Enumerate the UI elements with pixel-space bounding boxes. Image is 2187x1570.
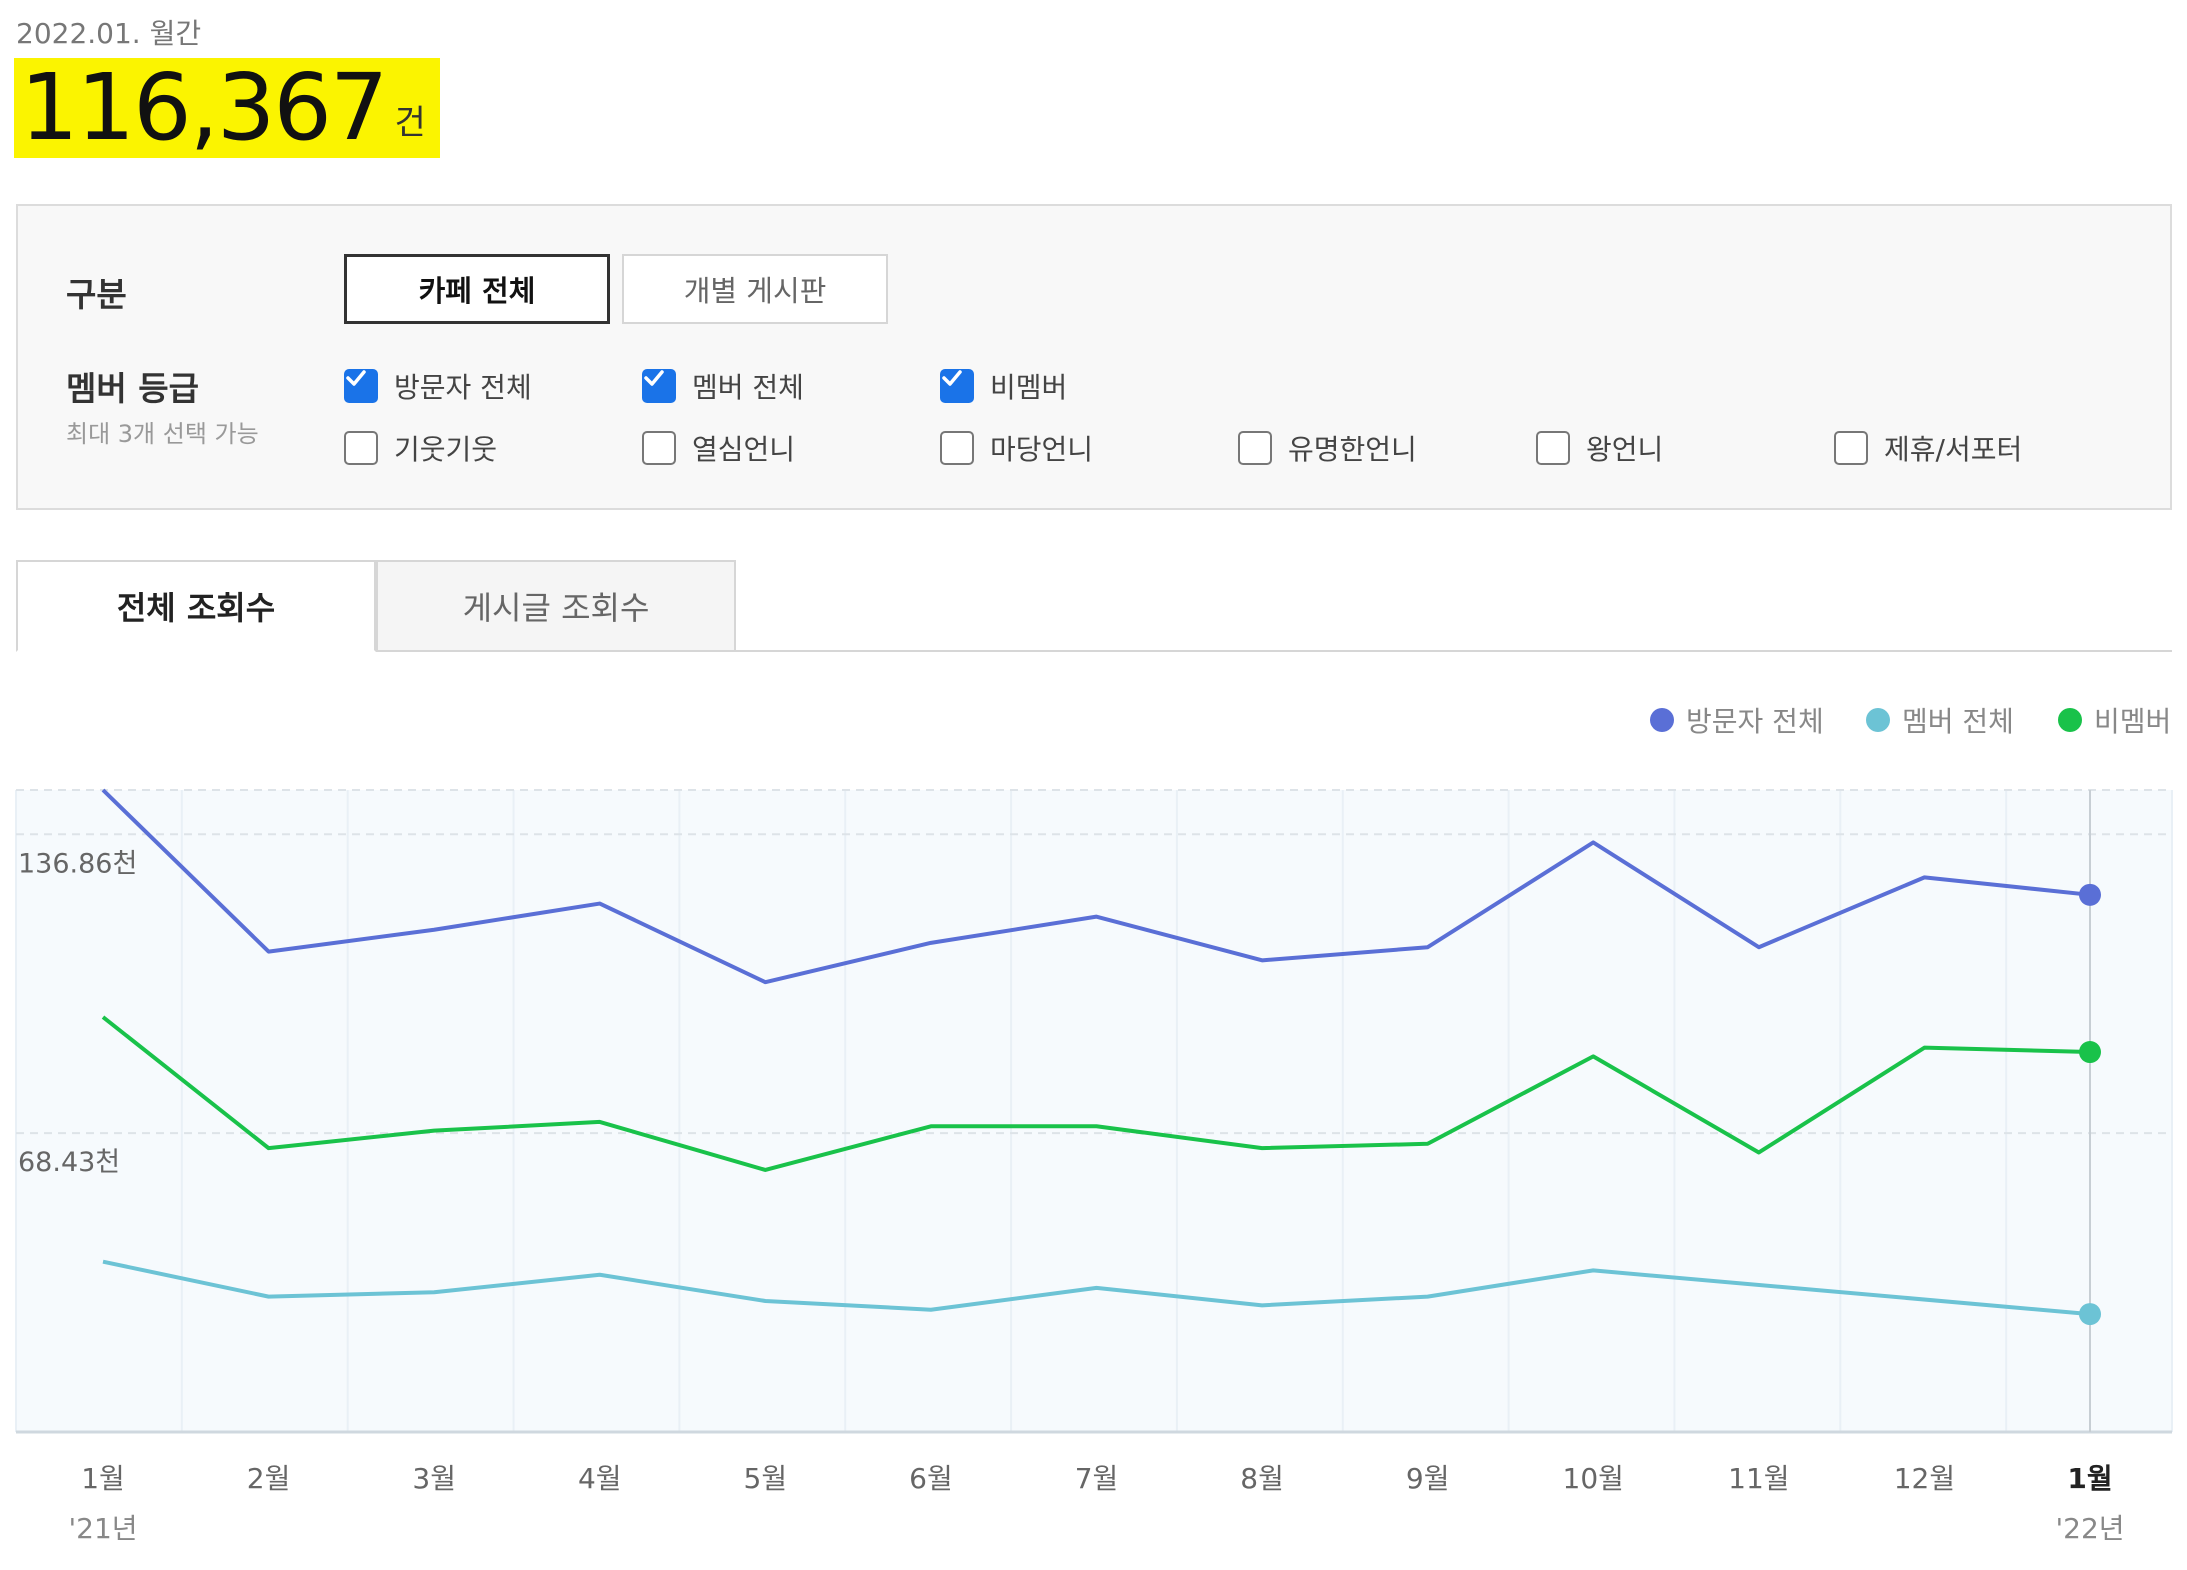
series-endpoint — [2079, 1303, 2101, 1326]
x-tick-label: 8월 — [1240, 1462, 1284, 1495]
x-tick-label: 1월 — [2067, 1462, 2112, 1495]
x-year-label: '21년 — [68, 1512, 137, 1545]
x-tick-label: 11월 — [1728, 1462, 1789, 1495]
series-endpoint — [2079, 883, 2101, 906]
series-endpoint — [2079, 1041, 2101, 1064]
x-year-label: '22년 — [2055, 1512, 2124, 1545]
x-tick-label: 1월 — [81, 1462, 125, 1495]
tab-total-views[interactable]: 전체 조회수 — [16, 560, 376, 652]
x-tick-label: 12월 — [1894, 1462, 1955, 1495]
x-tick-label: 2월 — [247, 1462, 291, 1495]
line-chart: 136.86천 68.43천 1월 2월 3월 4월 5월 6월 7월 8월 9월 10월 11월 12월… — [15, 788, 2173, 1545]
x-tick-label: 3월 — [412, 1462, 456, 1495]
x-tick-label: 6월 — [909, 1462, 953, 1495]
x-tick-label: 7월 — [1075, 1462, 1119, 1495]
x-tick-label: 10월 — [1563, 1462, 1624, 1495]
y-tick-label: 136.86천 — [18, 848, 137, 879]
x-tick-label: 9월 — [1406, 1462, 1450, 1495]
y-tick-label: 68.43천 — [18, 1147, 120, 1178]
x-tick-label: 5월 — [744, 1462, 788, 1495]
x-tick-label: 4월 — [578, 1462, 622, 1495]
plot-area — [16, 790, 2172, 1432]
